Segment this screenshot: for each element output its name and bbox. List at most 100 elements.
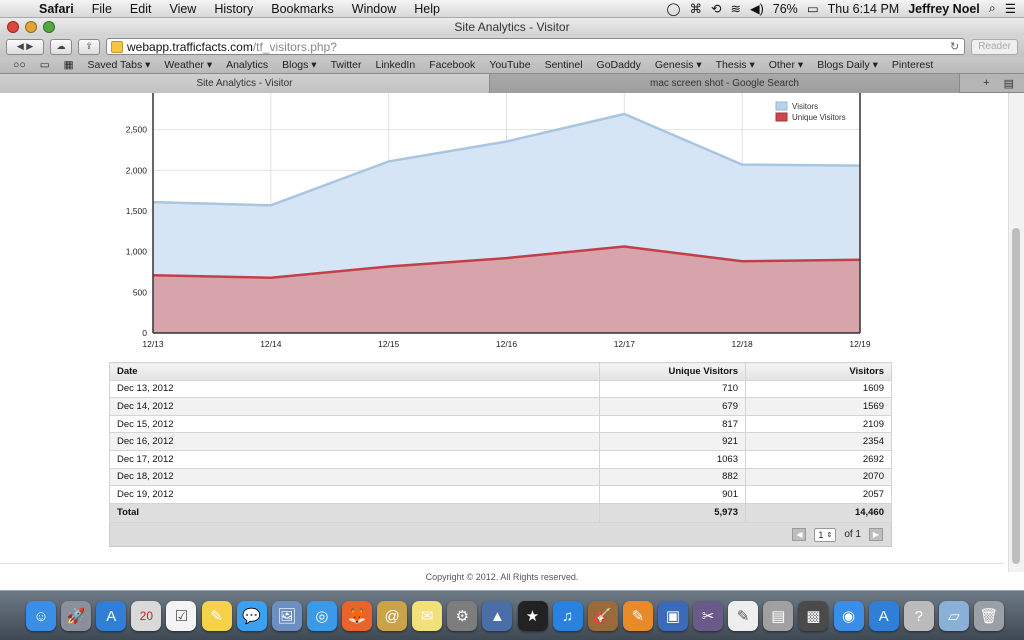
photos-icon[interactable]: ▲ bbox=[482, 601, 513, 631]
finder-icon[interactable]: ☺ bbox=[26, 601, 56, 631]
firefox-icon[interactable]: 🦊 bbox=[341, 601, 372, 631]
menu-view[interactable]: View bbox=[160, 2, 205, 16]
messages-icon[interactable]: 💬 bbox=[236, 601, 267, 631]
bookmark-thesis[interactable]: Thesis ▾ bbox=[709, 59, 762, 71]
contacts-icon[interactable]: @ bbox=[377, 601, 408, 631]
trash-icon[interactable]: 🗑 bbox=[973, 601, 1004, 631]
page-footer: Copyright © 2012. All Rights reserved. bbox=[0, 563, 1004, 590]
appstore-icon[interactable]: A bbox=[96, 601, 127, 631]
pages-icon[interactable]: ✎ bbox=[622, 601, 653, 631]
spotlight-icon[interactable]: ⌕ bbox=[989, 1, 996, 16]
bookmark-analytics[interactable]: Analytics bbox=[219, 59, 275, 71]
cell-visitors: 1569 bbox=[745, 397, 892, 416]
tab-google-search[interactable]: mac screen shot - Google Search bbox=[490, 74, 960, 93]
preferences-icon[interactable]: ⚙ bbox=[447, 601, 478, 631]
url-path[interactable]: /tf_visitors.php? bbox=[253, 40, 337, 54]
scrollbar-thumb[interactable] bbox=[1012, 228, 1020, 564]
rocket-icon[interactable]: 🚀 bbox=[61, 601, 92, 631]
appstore2-icon[interactable]: A bbox=[868, 601, 899, 631]
column-header-date[interactable]: Date bbox=[109, 362, 600, 381]
bookmark-sentinel[interactable]: Sentinel bbox=[538, 59, 590, 71]
new-tab-icon[interactable]: + bbox=[983, 77, 989, 89]
menu-bar: Safari File Edit View History Bookmarks … bbox=[0, 0, 1024, 18]
page-number[interactable]: 1 bbox=[818, 530, 823, 540]
folder-icon[interactable]: ▱ bbox=[938, 601, 969, 631]
bookmarks-book-icon[interactable]: ▭ bbox=[33, 59, 57, 71]
textedit-icon[interactable]: ✎ bbox=[728, 601, 759, 631]
bookmark-linkedin[interactable]: LinkedIn bbox=[368, 59, 422, 71]
photobooth-icon[interactable]: ▩ bbox=[798, 601, 829, 631]
safari-icon[interactable]: ◎ bbox=[306, 601, 337, 631]
close-window-icon[interactable] bbox=[7, 21, 19, 33]
bookmark-pinterest[interactable]: Pinterest bbox=[885, 59, 940, 71]
total-visitors: 14,460 bbox=[745, 502, 892, 523]
back-arrow-icon[interactable]: ◀ bbox=[17, 41, 24, 52]
menu-file[interactable]: File bbox=[83, 2, 121, 16]
input-menu-icon[interactable]: ⌘ bbox=[690, 1, 703, 16]
bookmark-saved-tabs[interactable]: Saved Tabs ▾ bbox=[81, 59, 158, 71]
menu-history[interactable]: History bbox=[205, 2, 262, 16]
menu-help[interactable]: Help bbox=[405, 2, 449, 16]
preview-icon[interactable]: 🖼 bbox=[271, 601, 302, 631]
column-header-visitors[interactable]: Visitors bbox=[745, 362, 892, 381]
bookmark-godaddy[interactable]: GoDaddy bbox=[590, 59, 648, 71]
keynote-icon[interactable]: ▣ bbox=[657, 601, 688, 631]
bookmark-blogs-daily[interactable]: Blogs Daily ▾ bbox=[810, 59, 885, 71]
imovie-icon[interactable]: ★ bbox=[517, 601, 548, 631]
reader-button[interactable]: Reader bbox=[971, 38, 1018, 55]
bookmark-other[interactable]: Other ▾ bbox=[762, 59, 810, 71]
next-page-icon[interactable]: ▶ bbox=[869, 528, 883, 541]
menu-app-name[interactable]: Safari bbox=[30, 2, 83, 16]
clock[interactable]: Thu 6:14 PM bbox=[828, 2, 900, 16]
wifi-status-icon[interactable]: ≋ bbox=[731, 1, 741, 16]
prev-page-icon[interactable]: ◀ bbox=[792, 528, 807, 541]
cell-unique-visitors: 921 bbox=[599, 432, 746, 451]
help-icon[interactable]: ? bbox=[903, 601, 934, 631]
url-host[interactable]: webapp.trafficfacts.com bbox=[127, 40, 253, 54]
site-favicon-icon bbox=[111, 40, 123, 53]
wifi-icon[interactable]: ◉ bbox=[833, 601, 864, 631]
address-bar[interactable]: webapp.trafficfacts.com/tf_visitors.php?… bbox=[106, 38, 966, 55]
window-title: Site Analytics - Visitor bbox=[454, 20, 570, 34]
chat-status-icon[interactable]: ◯ bbox=[667, 1, 681, 16]
bookmark-facebook[interactable]: Facebook bbox=[422, 59, 482, 71]
notification-center-icon[interactable]: ☰ bbox=[1005, 1, 1016, 16]
reading-list-icon[interactable]: ○○ bbox=[6, 59, 33, 71]
cell-visitors: 2070 bbox=[745, 467, 892, 487]
menu-edit[interactable]: Edit bbox=[121, 2, 161, 16]
table-row: Dec 18, 2012 882 2070 bbox=[109, 467, 892, 487]
icloud-tabs-button[interactable]: ☁ bbox=[50, 38, 72, 55]
menu-window[interactable]: Window bbox=[343, 2, 405, 16]
user-name[interactable]: Jeffrey Noel bbox=[908, 2, 980, 16]
stamp-icon[interactable]: ▤ bbox=[763, 601, 794, 631]
garageband-icon[interactable]: 🎸 bbox=[587, 601, 618, 631]
tab-overview-icon[interactable]: ▤ bbox=[1004, 77, 1014, 90]
capture-icon[interactable]: ✂ bbox=[693, 601, 724, 631]
bookmark-twitter[interactable]: Twitter bbox=[324, 59, 369, 71]
legend-label: Unique Visitors bbox=[792, 113, 846, 122]
forward-arrow-icon[interactable]: ▶ bbox=[26, 41, 33, 52]
y-tick-label: 0 bbox=[142, 328, 147, 338]
bookmark-weather[interactable]: Weather ▾ bbox=[157, 59, 219, 71]
calendar-icon[interactable]: 20 bbox=[131, 601, 162, 631]
bookmark-youtube[interactable]: YouTube bbox=[482, 59, 537, 71]
timemachine-icon[interactable]: ⟲ bbox=[711, 1, 721, 16]
menu-bookmarks[interactable]: Bookmarks bbox=[262, 2, 343, 16]
bookmark-genesis[interactable]: Genesis ▾ bbox=[648, 59, 709, 71]
itunes-icon[interactable]: ♫ bbox=[552, 601, 583, 631]
reload-icon[interactable]: ↻ bbox=[950, 40, 959, 53]
battery-percent[interactable]: 76% bbox=[773, 2, 798, 16]
share-button[interactable]: ⇪ bbox=[78, 38, 100, 55]
volume-icon[interactable]: ◀) bbox=[750, 1, 764, 16]
page-select[interactable]: 1 ⇕ bbox=[814, 527, 837, 542]
zoom-window-icon[interactable] bbox=[43, 21, 55, 33]
top-sites-icon[interactable]: ▦ bbox=[57, 59, 81, 71]
column-header-unique-visitors[interactable]: Unique Visitors bbox=[599, 362, 746, 381]
stickies-icon[interactable]: ✎ bbox=[201, 601, 232, 631]
minimize-window-icon[interactable] bbox=[25, 21, 37, 33]
tab-site-analytics[interactable]: Site Analytics - Visitor bbox=[0, 74, 490, 93]
back-forward-buttons[interactable]: ◀ ▶ bbox=[6, 38, 44, 55]
notes-icon[interactable]: ✉ bbox=[412, 601, 443, 631]
bookmark-blogs[interactable]: Blogs ▾ bbox=[275, 59, 323, 71]
reminders-icon[interactable]: ☑ bbox=[166, 601, 197, 631]
